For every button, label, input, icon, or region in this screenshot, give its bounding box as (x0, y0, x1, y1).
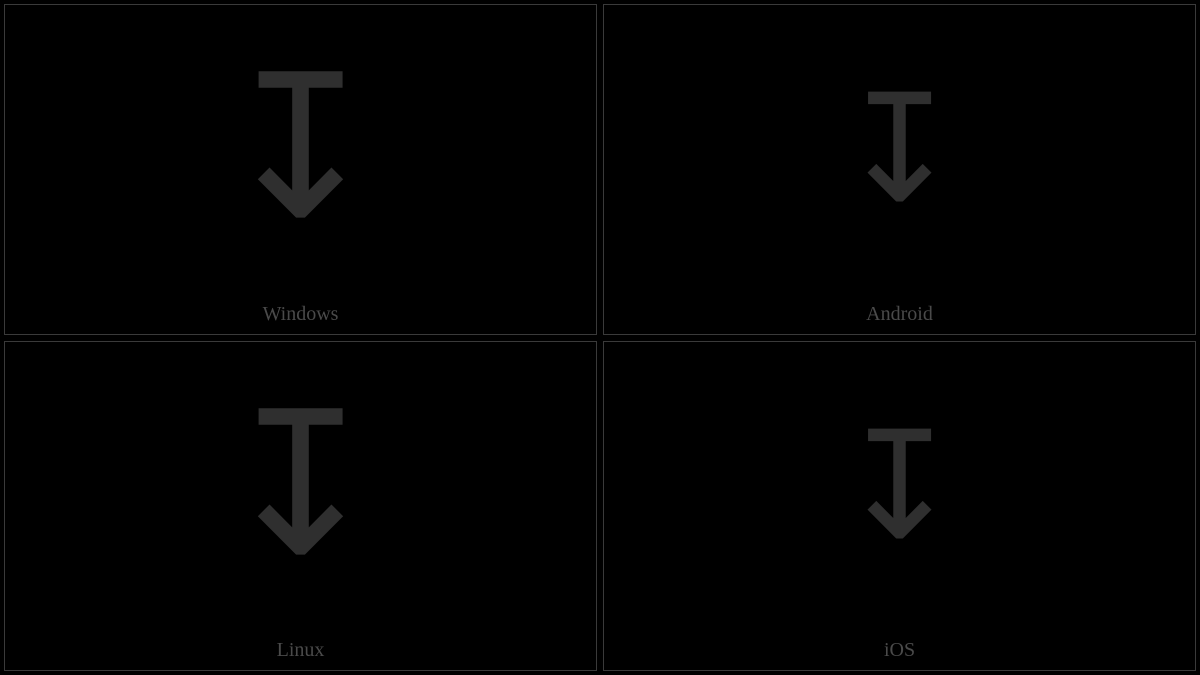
glyph-comparison-grid: ↧ Windows ↧ Android ↧ Linux ↧ iOS (0, 0, 1200, 675)
platform-label: iOS (884, 639, 915, 662)
down-arrow-to-bar-icon: ↧ (837, 411, 963, 561)
platform-label: Linux (277, 639, 325, 662)
cell-linux: ↧ Linux (4, 341, 597, 672)
cell-windows: ↧ Windows (4, 4, 597, 335)
cell-android: ↧ Android (603, 4, 1196, 335)
down-arrow-to-bar-icon: ↧ (837, 74, 963, 224)
cell-ios: ↧ iOS (603, 341, 1196, 672)
platform-label: Android (866, 303, 933, 326)
down-arrow-to-bar-icon: ↧ (217, 386, 385, 586)
platform-label: Windows (263, 303, 339, 326)
down-arrow-to-bar-icon: ↧ (217, 49, 385, 249)
